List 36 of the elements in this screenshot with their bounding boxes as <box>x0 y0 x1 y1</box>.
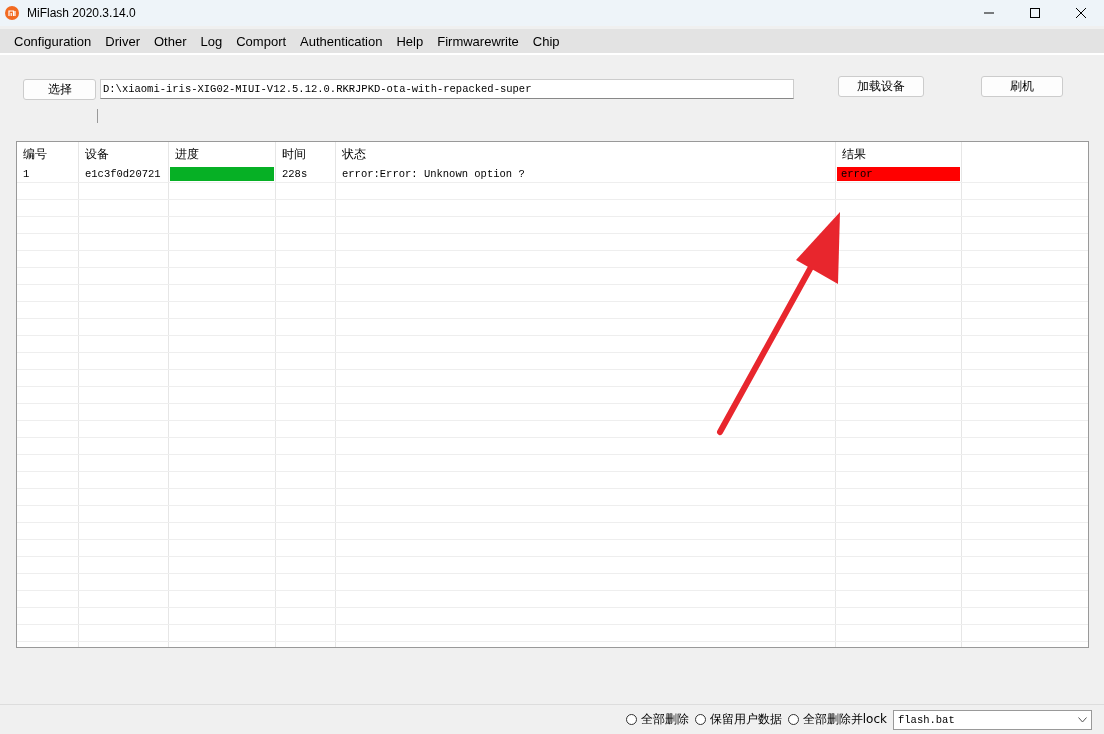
load-device-button[interactable]: 加载设备 <box>838 75 924 97</box>
radio-button[interactable] <box>787 714 799 725</box>
table-cell: e1c3f0d20721 <box>79 166 169 182</box>
radio-button[interactable] <box>625 714 637 725</box>
menu-item[interactable]: Driver <box>98 33 147 49</box>
column-header[interactable]: 编号 <box>17 142 79 166</box>
menu-item[interactable]: Other <box>147 33 194 49</box>
menu-item[interactable]: Firmwarewrite <box>430 33 526 49</box>
script-dropdown[interactable]: flash.bat <box>893 709 1092 730</box>
column-header[interactable]: 时间 <box>276 142 336 166</box>
column-header[interactable]: 设备 <box>79 142 169 166</box>
app-logo-icon <box>5 6 19 20</box>
result-badge: error <box>837 167 960 181</box>
option-label: 全部删除 <box>640 711 689 728</box>
column-header[interactable]: 进度 <box>169 142 276 166</box>
column-header[interactable]: 结果 <box>836 142 962 166</box>
option-label: 保留用户数据 <box>709 711 782 728</box>
menu-item[interactable]: Help <box>389 33 431 49</box>
menu-item[interactable]: Configuration <box>7 33 99 49</box>
table-cell: error:Error: Unknown option ? <box>336 166 836 182</box>
option-label: 全部删除并lock <box>802 711 887 728</box>
close-icon[interactable] <box>1075 7 1087 19</box>
path-field[interactable]: D:\xiaomi-iris-XIG02-MIUI-V12.5.12.0.RKRJPKD-ota-with-repacked-super <box>100 79 794 99</box>
menu-item[interactable]: Comport <box>229 33 294 49</box>
menu-item[interactable]: Chip <box>525 33 567 49</box>
maximize-icon[interactable] <box>1029 7 1041 19</box>
flash-button[interactable]: 刷机 <box>981 75 1063 97</box>
table-cell: 1 <box>17 166 79 182</box>
column-header[interactable]: 状态 <box>336 142 836 166</box>
chevron-icon <box>1078 716 1087 723</box>
select-button[interactable]: 选择 <box>23 78 96 100</box>
menu-item[interactable]: Authentication <box>293 33 390 49</box>
radio-button[interactable] <box>694 714 706 725</box>
menu-item[interactable]: Log <box>193 33 230 49</box>
table-cell: 228s <box>276 166 336 182</box>
window-title: MiFlash 2020.3.14.0 <box>27 6 136 20</box>
